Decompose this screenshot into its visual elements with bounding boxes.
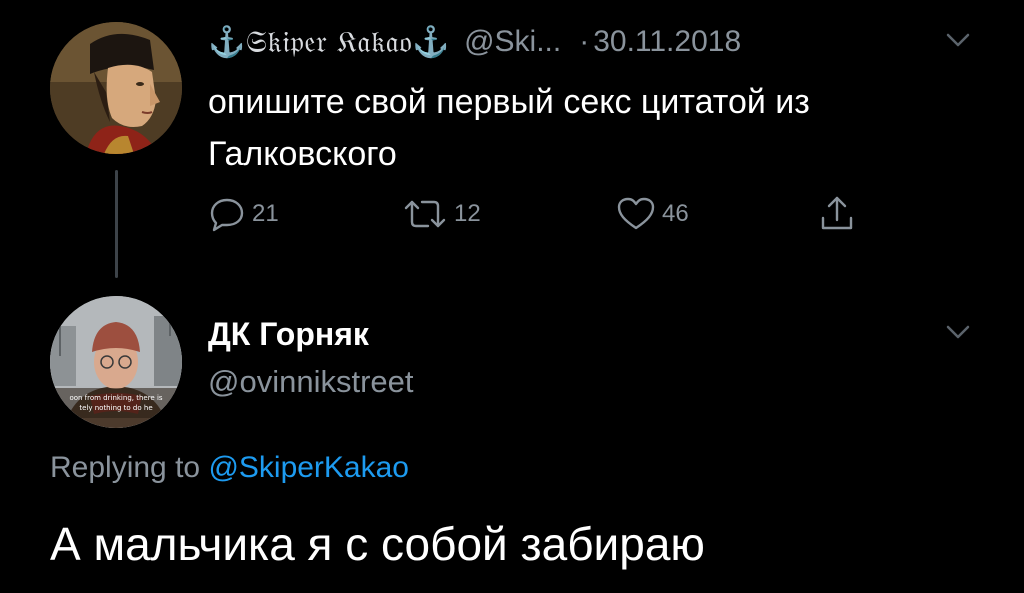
reply-text: А мальчика я с собой забираю bbox=[50, 518, 705, 570]
header-separator: · bbox=[579, 25, 590, 58]
reply-author-handle[interactable]: @ovinnikstreet bbox=[208, 360, 414, 404]
reply-menu-button[interactable] bbox=[944, 322, 972, 342]
heart-icon bbox=[617, 197, 655, 230]
speech-bubble-icon bbox=[210, 198, 244, 232]
replying-to-label: Replying to bbox=[50, 451, 201, 484]
author-display-name[interactable]: ⚓𝔖𝔨𝔦𝔭𝔢𝔯 𝔎𝔞𝔨𝔞𝔬⚓ bbox=[208, 25, 450, 60]
tweet-date[interactable]: 30.11.2018 bbox=[593, 25, 741, 59]
tweet-menu-button[interactable] bbox=[944, 30, 972, 50]
share-upload-icon bbox=[821, 196, 853, 230]
reply-action[interactable]: 21 bbox=[208, 192, 279, 236]
author-handle[interactable]: @Ski... bbox=[464, 25, 561, 59]
man-in-hat-photo: oon from drinking, there is tely nothing… bbox=[50, 296, 182, 428]
replying-to-line: Replying to @SkiperKakao bbox=[50, 446, 409, 490]
avatar-caption-line-2: tely nothing to do he bbox=[79, 404, 152, 412]
tweet-text: опишите свой первый секс цитатой из Галк… bbox=[208, 83, 810, 173]
replying-to-handle-link[interactable]: @SkiperKakao bbox=[208, 451, 409, 484]
like-action[interactable]: 46 bbox=[616, 192, 689, 236]
chevron-down-icon bbox=[946, 325, 970, 339]
reply-author-avatar[interactable]: oon from drinking, there is tely nothing… bbox=[50, 296, 182, 428]
retweet-count: 12 bbox=[454, 200, 481, 227]
reply-author-display-name[interactable]: ДК Горняк bbox=[208, 312, 369, 356]
author-avatar[interactable] bbox=[50, 22, 182, 154]
like-count: 46 bbox=[662, 200, 689, 227]
share-action[interactable] bbox=[818, 192, 856, 236]
retweet-action[interactable]: 12 bbox=[402, 192, 481, 236]
tweet-header: ⚓𝔖𝔨𝔦𝔭𝔢𝔯 𝔎𝔞𝔨𝔞𝔬⚓ @Ski... · 30.11.2018 bbox=[208, 18, 741, 66]
thread-connector-line bbox=[115, 170, 118, 278]
reply-count: 21 bbox=[252, 200, 279, 227]
chevron-down-icon bbox=[946, 33, 970, 47]
portrait-image bbox=[50, 22, 182, 154]
avatar-caption-line-1: oon from drinking, there is bbox=[69, 394, 162, 402]
retweet-arrows-icon bbox=[404, 200, 446, 228]
tweet-action-bar: 21 12 46 bbox=[208, 192, 868, 236]
